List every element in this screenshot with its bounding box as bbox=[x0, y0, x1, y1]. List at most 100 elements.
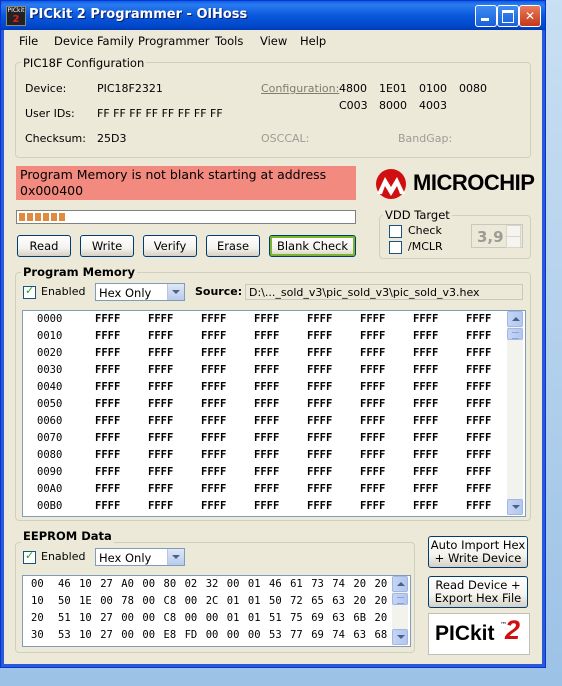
vdd-check-checkbox[interactable] bbox=[389, 225, 402, 238]
pm-word-cell[interactable]: FFFF bbox=[254, 313, 279, 325]
title-bar[interactable]: PICkit 2 PICkit 2 Programmer - OlHoss ✕ bbox=[1, 1, 545, 30]
scroll-up-icon[interactable] bbox=[392, 576, 408, 592]
ee-byte-cell[interactable]: 00 bbox=[142, 629, 155, 641]
pm-word-cell[interactable]: FFFF bbox=[201, 364, 226, 376]
auto-import-write-button[interactable]: Auto Import Hex + Write Device bbox=[428, 536, 528, 568]
pm-word-cell[interactable]: FFFF bbox=[95, 330, 120, 342]
write-button[interactable]: Write bbox=[80, 235, 134, 257]
pm-word-cell[interactable]: FFFF bbox=[254, 398, 279, 410]
pm-word-cell[interactable]: FFFF bbox=[95, 432, 120, 444]
pm-word-cell[interactable]: FFFF bbox=[307, 449, 332, 461]
pm-word-cell[interactable]: FFFF bbox=[413, 449, 438, 461]
pm-word-cell[interactable]: FFFF bbox=[466, 381, 491, 393]
pm-word-cell[interactable]: FFFF bbox=[148, 313, 173, 325]
scroll-down-icon[interactable] bbox=[392, 629, 408, 645]
ee-byte-cell[interactable]: 78 bbox=[121, 595, 134, 607]
ee-byte-cell[interactable]: 00 bbox=[142, 595, 155, 607]
ee-byte-cell[interactable]: 00 bbox=[206, 612, 219, 624]
pm-word-cell[interactable]: FFFF bbox=[307, 313, 332, 325]
pm-word-cell[interactable]: FFFF bbox=[201, 398, 226, 410]
pm-word-cell[interactable]: FFFF bbox=[307, 381, 332, 393]
pm-word-cell[interactable]: FFFF bbox=[95, 449, 120, 461]
pm-word-cell[interactable]: FFFF bbox=[201, 347, 226, 359]
app-icon[interactable]: PICkit 2 bbox=[6, 6, 26, 26]
ee-byte-cell[interactable]: 10 bbox=[79, 612, 92, 624]
pm-word-cell[interactable]: FFFF bbox=[201, 483, 226, 495]
close-button[interactable]: ✕ bbox=[519, 5, 541, 27]
pm-word-cell[interactable]: FFFF bbox=[307, 415, 332, 427]
ee-byte-cell[interactable]: 2C bbox=[206, 595, 219, 607]
ee-byte-cell[interactable]: 27 bbox=[100, 578, 113, 590]
pm-word-cell[interactable]: FFFF bbox=[360, 415, 385, 427]
pm-word-cell[interactable]: FFFF bbox=[201, 330, 226, 342]
ee-byte-cell[interactable]: 53 bbox=[269, 629, 282, 641]
pm-word-cell[interactable]: FFFF bbox=[148, 330, 173, 342]
pm-word-cell[interactable]: FFFF bbox=[201, 381, 226, 393]
ee-byte-cell[interactable]: 61 bbox=[290, 578, 303, 590]
pm-word-cell[interactable]: FFFF bbox=[148, 381, 173, 393]
program-memory-grid[interactable]: 0000 FFFF FFFF FFFF FFFF FFFF FFFF FFFF FFFF 0010… bbox=[22, 310, 526, 517]
pm-word-cell[interactable]: FFFF bbox=[466, 347, 491, 359]
ee-byte-cell[interactable]: 50 bbox=[269, 595, 282, 607]
ee-byte-cell[interactable]: 50 bbox=[58, 595, 71, 607]
ee-byte-cell[interactable]: 68 bbox=[375, 629, 388, 641]
pm-word-cell[interactable]: FFFF bbox=[360, 347, 385, 359]
chevron-down-icon[interactable] bbox=[167, 284, 184, 300]
program-memory-enabled-checkbox[interactable]: ✓ bbox=[23, 284, 36, 299]
pm-word-cell[interactable]: FFFF bbox=[307, 432, 332, 444]
ee-byte-cell[interactable]: 51 bbox=[58, 612, 71, 624]
ee-byte-cell[interactable]: 46 bbox=[269, 578, 282, 590]
pm-word-cell[interactable]: FFFF bbox=[201, 313, 226, 325]
spin-down-icon[interactable] bbox=[506, 236, 521, 248]
eeprom-enabled-checkbox[interactable]: ✓ bbox=[23, 549, 36, 564]
pm-word-cell[interactable]: FFFF bbox=[254, 415, 279, 427]
scroll-thumb[interactable] bbox=[507, 328, 523, 340]
ee-byte-cell[interactable]: 63 bbox=[353, 629, 366, 641]
menu-programmer[interactable]: Programmer bbox=[138, 34, 210, 48]
ee-byte-cell[interactable]: 02 bbox=[185, 578, 198, 590]
eeprom-grid[interactable]: 00 46 10 27 A0 00 80 02 32 00 01 46 61 73 74 20 20 10 50 1E… bbox=[22, 575, 411, 647]
pm-word-cell[interactable]: FFFF bbox=[95, 466, 120, 478]
pm-word-cell[interactable]: FFFF bbox=[254, 449, 279, 461]
pm-word-cell[interactable]: FFFF bbox=[413, 432, 438, 444]
pm-word-cell[interactable]: FFFF bbox=[466, 449, 491, 461]
chevron-down-icon[interactable] bbox=[167, 549, 184, 565]
pm-word-cell[interactable]: FFFF bbox=[148, 398, 173, 410]
pm-word-cell[interactable]: FFFF bbox=[254, 364, 279, 376]
ee-byte-cell[interactable]: 20 bbox=[375, 595, 388, 607]
pm-word-cell[interactable]: FFFF bbox=[307, 347, 332, 359]
ee-byte-cell[interactable]: 00 bbox=[206, 629, 219, 641]
pm-word-cell[interactable]: FFFF bbox=[254, 347, 279, 359]
vdd-voltage-spinner[interactable]: 3,9 bbox=[471, 224, 523, 248]
pm-word-cell[interactable]: FFFF bbox=[307, 398, 332, 410]
ee-byte-cell[interactable]: E8 bbox=[164, 629, 177, 641]
menu-device-family[interactable]: Device Family bbox=[54, 34, 134, 48]
ee-byte-cell[interactable]: 00 bbox=[142, 612, 155, 624]
read-button[interactable]: Read bbox=[17, 235, 71, 257]
ee-byte-cell[interactable]: 20 bbox=[375, 578, 388, 590]
scroll-up-icon[interactable] bbox=[507, 311, 523, 327]
pm-word-cell[interactable]: FFFF bbox=[148, 449, 173, 461]
ee-byte-cell[interactable]: 10 bbox=[79, 578, 92, 590]
pm-word-cell[interactable]: FFFF bbox=[148, 432, 173, 444]
ee-byte-cell[interactable]: 72 bbox=[290, 595, 303, 607]
ee-byte-cell[interactable]: FD bbox=[185, 629, 198, 641]
ee-byte-cell[interactable]: 10 bbox=[79, 629, 92, 641]
ee-byte-cell[interactable]: 63 bbox=[332, 612, 345, 624]
ee-byte-cell[interactable]: 20 bbox=[353, 578, 366, 590]
pm-word-cell[interactable]: FFFF bbox=[307, 330, 332, 342]
pm-word-cell[interactable]: FFFF bbox=[413, 466, 438, 478]
pm-word-cell[interactable]: FFFF bbox=[201, 500, 226, 512]
ee-byte-cell[interactable]: 80 bbox=[164, 578, 177, 590]
pm-word-cell[interactable]: FFFF bbox=[307, 466, 332, 478]
ee-byte-cell[interactable]: 01 bbox=[248, 578, 261, 590]
pm-word-cell[interactable]: FFFF bbox=[201, 432, 226, 444]
configuration-link[interactable]: Configuration: bbox=[261, 82, 339, 95]
pm-word-cell[interactable]: FFFF bbox=[95, 415, 120, 427]
pm-word-cell[interactable]: FFFF bbox=[360, 313, 385, 325]
ee-byte-cell[interactable]: 73 bbox=[311, 578, 324, 590]
ee-byte-cell[interactable]: 00 bbox=[248, 629, 261, 641]
pm-word-cell[interactable]: FFFF bbox=[254, 330, 279, 342]
pm-word-cell[interactable]: FFFF bbox=[95, 313, 120, 325]
ee-byte-cell[interactable]: 65 bbox=[311, 595, 324, 607]
